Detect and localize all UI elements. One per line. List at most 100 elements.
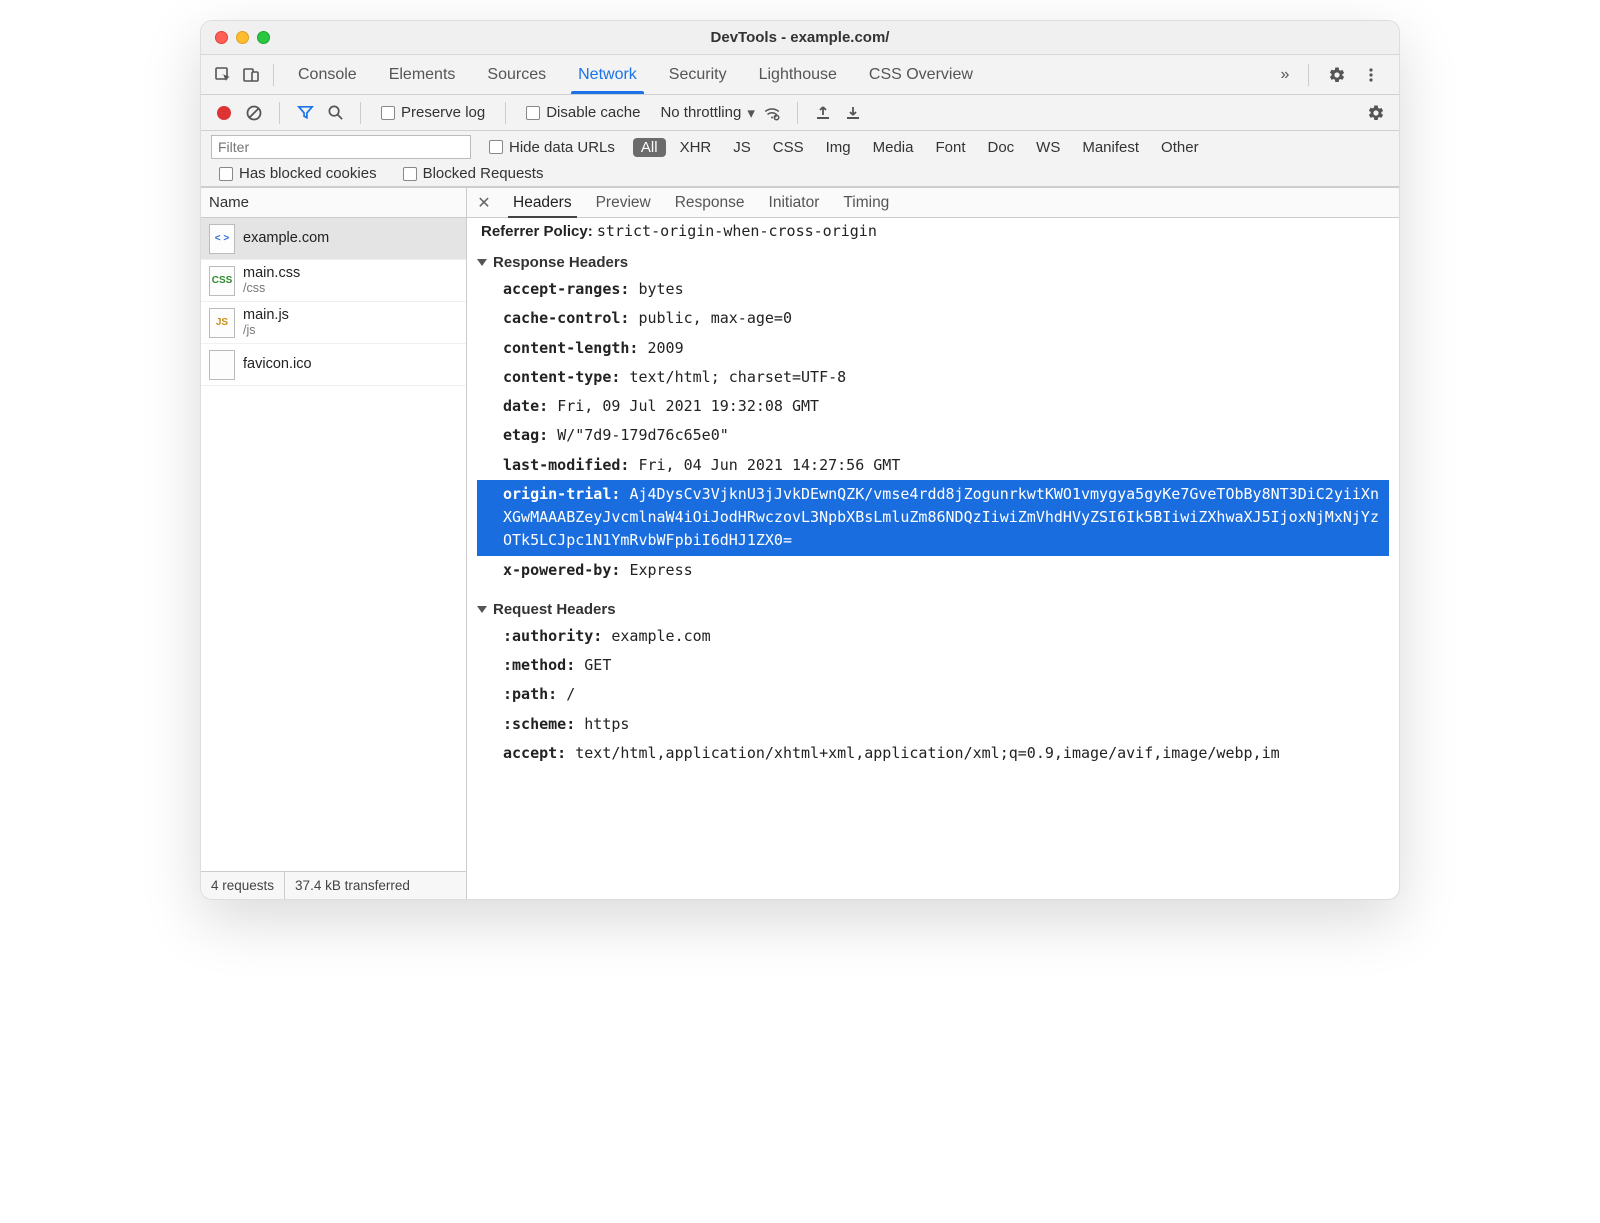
header-row[interactable]: origin-trial: Aj4DysCv3VjknU3jJvkDEwnQZK… [477, 480, 1389, 556]
detail-tab-initiator[interactable]: Initiator [757, 188, 832, 217]
header-name: :scheme: [503, 715, 584, 733]
request-row[interactable]: JSmain.js/js [201, 302, 466, 344]
filter-input[interactable] [211, 135, 471, 159]
preserve-log-checkbox[interactable]: Preserve log [381, 104, 485, 121]
device-toolbar-icon[interactable] [237, 61, 265, 89]
request-row[interactable]: < >example.com [201, 218, 466, 260]
type-filter-group: All XHR JS CSS Img Media Font Doc WS Manifest Othe… [633, 138, 1207, 157]
header-name: etag: [503, 426, 557, 444]
search-icon[interactable] [322, 100, 348, 126]
header-value: text/html,application/xhtml+xml,applicat… [575, 744, 1279, 762]
main-split: Name < >example.comCSSmain.css/cssJSmain… [201, 187, 1399, 899]
header-name: accept: [503, 744, 575, 762]
has-blocked-cookies-checkbox[interactable]: Has blocked cookies [219, 165, 377, 182]
header-value: W/"7d9-179d76c65e0" [557, 426, 729, 444]
type-filter-ws[interactable]: WS [1028, 138, 1068, 157]
export-har-icon[interactable] [840, 100, 866, 126]
clear-button[interactable] [241, 100, 267, 126]
maximize-window-button[interactable] [257, 31, 270, 44]
blocked-requests-checkbox[interactable]: Blocked Requests [403, 165, 544, 182]
tab-security[interactable]: Security [653, 55, 743, 94]
hide-data-urls-checkbox[interactable]: Hide data URLs [489, 139, 615, 156]
header-name: cache-control: [503, 309, 638, 327]
has-blocked-cookies-label: Has blocked cookies [239, 165, 377, 182]
type-filter-js[interactable]: JS [725, 138, 759, 157]
record-button[interactable] [211, 100, 237, 126]
import-har-icon[interactable] [810, 100, 836, 126]
triangle-down-icon [477, 606, 487, 613]
header-row[interactable]: content-length: 2009 [477, 334, 1389, 363]
tabs-overflow-button[interactable]: » [1270, 66, 1300, 84]
header-row[interactable]: :method: GET [477, 651, 1389, 680]
header-row[interactable]: :authority: example.com [477, 622, 1389, 651]
header-row[interactable]: x-powered-by: Express [477, 556, 1389, 585]
header-row[interactable]: :path: / [477, 680, 1389, 709]
tab-lighthouse[interactable]: Lighthouse [743, 55, 853, 94]
type-filter-all[interactable]: All [633, 138, 666, 157]
type-filter-font[interactable]: Font [927, 138, 973, 157]
detail-tab-headers[interactable]: Headers [501, 188, 584, 217]
type-filter-manifest[interactable]: Manifest [1074, 138, 1147, 157]
header-value: Aj4DysCv3VjknU3jJvkDEwnQZK/vmse4rdd8jZog… [503, 485, 1379, 550]
preserve-log-label: Preserve log [401, 104, 485, 121]
divider [505, 102, 506, 124]
more-menu-icon[interactable] [1357, 61, 1385, 89]
titlebar: DevTools - example.com/ [201, 21, 1399, 55]
request-headers-toggle[interactable]: Request Headers [477, 597, 1389, 622]
settings-icon[interactable] [1323, 61, 1351, 89]
header-row[interactable]: accept: text/html,application/xhtml+xml,… [477, 739, 1389, 768]
chevron-down-icon: ▾ [747, 104, 755, 122]
header-row[interactable]: content-type: text/html; charset=UTF-8 [477, 363, 1389, 392]
tab-elements[interactable]: Elements [373, 55, 472, 94]
column-header-name[interactable]: Name [201, 188, 466, 218]
detail-tab-timing[interactable]: Timing [831, 188, 901, 217]
type-filter-css[interactable]: CSS [765, 138, 812, 157]
minimize-window-button[interactable] [236, 31, 249, 44]
header-row[interactable]: :scheme: https [477, 710, 1389, 739]
type-filter-other[interactable]: Other [1153, 138, 1207, 157]
network-conditions-icon[interactable] [759, 100, 785, 126]
headers-body[interactable]: Referrer Policy: strict-origin-when-cros… [467, 218, 1399, 899]
devtools-window: DevTools - example.com/ ConsoleElementsS… [200, 20, 1400, 900]
header-name: :authority: [503, 627, 611, 645]
disable-cache-checkbox[interactable]: Disable cache [526, 104, 640, 121]
detail-tab-response[interactable]: Response [663, 188, 757, 217]
blocked-requests-label: Blocked Requests [423, 165, 544, 182]
filter-toggle-icon[interactable] [292, 100, 318, 126]
tab-network[interactable]: Network [562, 55, 653, 94]
tab-sources[interactable]: Sources [471, 55, 562, 94]
response-headers-toggle[interactable]: Response Headers [477, 250, 1389, 275]
close-window-button[interactable] [215, 31, 228, 44]
type-filter-media[interactable]: Media [865, 138, 922, 157]
js-file-icon: JS [209, 308, 235, 338]
panel-tabbar: ConsoleElementsSourcesNetworkSecurityLig… [201, 55, 1399, 95]
filter-bar: Hide data URLs All XHR JS CSS Img Media Font Do… [201, 131, 1399, 187]
response-headers-section: Response Headers accept-ranges: bytescac… [467, 244, 1399, 591]
tab-console[interactable]: Console [282, 55, 373, 94]
checkbox-icon [403, 167, 417, 181]
type-filter-xhr[interactable]: XHR [672, 138, 720, 157]
throttling-select[interactable]: No throttling ▾ [660, 104, 754, 122]
type-filter-img[interactable]: Img [818, 138, 859, 157]
header-name: :path: [503, 685, 566, 703]
header-row[interactable]: date: Fri, 09 Jul 2021 19:32:08 GMT [477, 392, 1389, 421]
tab-css-overview[interactable]: CSS Overview [853, 55, 989, 94]
divider [360, 102, 361, 124]
header-row[interactable]: last-modified: Fri, 04 Jun 2021 14:27:56… [477, 451, 1389, 480]
throttling-value: No throttling [660, 104, 741, 121]
header-value: bytes [638, 280, 683, 298]
header-value: text/html; charset=UTF-8 [629, 368, 846, 386]
header-value: / [566, 685, 575, 703]
detail-tab-preview[interactable]: Preview [584, 188, 663, 217]
inspect-element-icon[interactable] [209, 61, 237, 89]
header-name: date: [503, 397, 557, 415]
type-filter-doc[interactable]: Doc [979, 138, 1022, 157]
header-row[interactable]: cache-control: public, max-age=0 [477, 304, 1389, 333]
header-row[interactable]: accept-ranges: bytes [477, 275, 1389, 304]
request-row[interactable]: CSSmain.css/css [201, 260, 466, 302]
network-settings-icon[interactable] [1363, 100, 1389, 126]
header-row[interactable]: etag: W/"7d9-179d76c65e0" [477, 421, 1389, 450]
close-detail-icon[interactable]: ✕ [473, 192, 495, 214]
request-row[interactable]: favicon.ico [201, 344, 466, 386]
request-list-panel: Name < >example.comCSSmain.css/cssJSmain… [201, 188, 467, 899]
